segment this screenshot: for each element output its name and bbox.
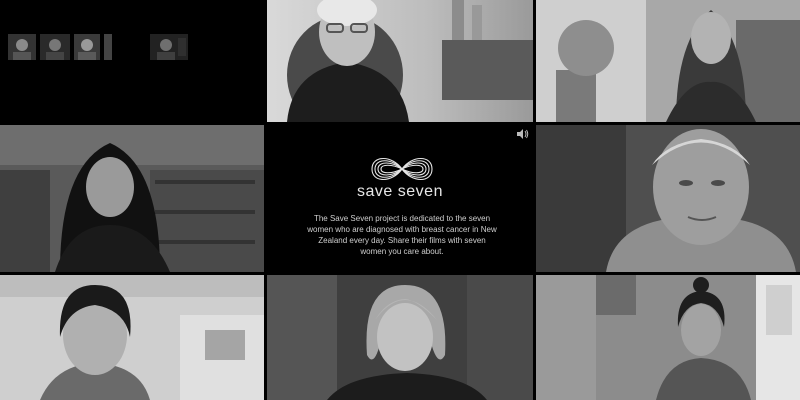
infinity-ribbon-logo-icon[interactable] (362, 151, 442, 187)
video-woman-dark-short-hair[interactable] (0, 275, 264, 400)
thumbnail-strip (0, 0, 264, 122)
video-woman-long-hair[interactable] (536, 0, 800, 122)
project-description: The Save Seven project is dedicated to t… (307, 214, 497, 256)
video-grid: save seven The Save Seven project is ded… (0, 0, 800, 400)
portrait-image (0, 125, 264, 272)
video-woman-bookshelf[interactable] (0, 125, 264, 272)
video-woman-blonde-bob[interactable] (267, 275, 533, 400)
portrait-image (0, 275, 264, 400)
speaker-icon[interactable] (517, 129, 529, 139)
thumbnail-4[interactable] (104, 34, 112, 60)
portrait-image (536, 275, 800, 400)
portrait-image (536, 0, 800, 122)
thumbnail-1[interactable] (8, 34, 36, 60)
thumbnail-5[interactable] (150, 34, 188, 60)
portrait-image (536, 125, 800, 272)
info-panel: save seven The Save Seven project is ded… (267, 125, 533, 272)
thumbnail-2[interactable] (40, 34, 70, 60)
portrait-image (267, 0, 533, 122)
video-woman-pink-shirt[interactable] (536, 275, 800, 400)
video-older-woman-glasses[interactable] (267, 0, 533, 122)
video-woman-short-blonde-hair[interactable] (536, 125, 800, 272)
thumbnail-3[interactable] (74, 34, 100, 60)
portrait-image (267, 275, 533, 400)
brand-name: save seven (357, 183, 443, 200)
